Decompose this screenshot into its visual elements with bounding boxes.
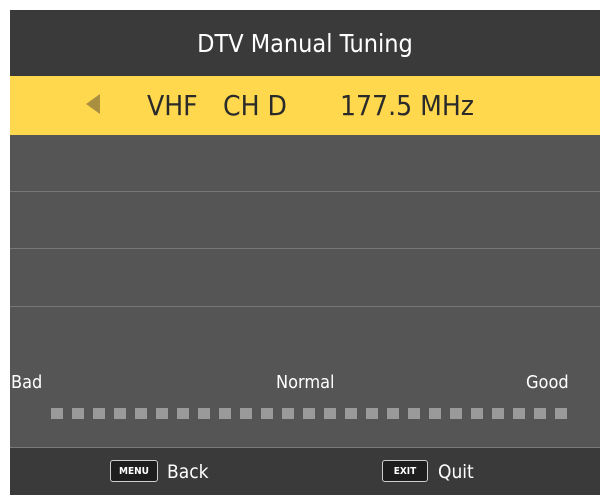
signal-segment (387, 408, 399, 419)
signal-strength-meter (51, 408, 571, 420)
dtv-manual-tuning-screen: DTV Manual Tuning VHF CH D 177.5 MHz Bad… (10, 10, 600, 495)
signal-segment (93, 408, 105, 419)
title-bar: DTV Manual Tuning (10, 10, 600, 76)
band-value: VHF (147, 89, 198, 122)
signal-segment (72, 408, 84, 419)
signal-segment (471, 408, 483, 419)
signal-segment (408, 408, 420, 419)
signal-segment (429, 408, 441, 419)
signal-segment (324, 408, 336, 419)
signal-segment (450, 408, 462, 419)
signal-segment (492, 408, 504, 419)
signal-segment (135, 408, 147, 419)
signal-segment (114, 408, 126, 419)
signal-segment (303, 408, 315, 419)
signal-segment (534, 408, 546, 419)
info-row-2 (10, 192, 600, 249)
info-row-3 (10, 249, 600, 307)
signal-bad-label: Bad (11, 372, 43, 393)
signal-segment (156, 408, 168, 419)
signal-segment (261, 408, 273, 419)
footer-bar: MENU Back EXIT Quit (10, 448, 600, 495)
signal-segment (345, 408, 357, 419)
exit-key-icon[interactable]: EXIT (382, 460, 428, 482)
signal-segment (366, 408, 378, 419)
signal-segment (177, 408, 189, 419)
signal-segment (198, 408, 210, 419)
signal-good-label: Good (526, 372, 569, 393)
signal-normal-label: Normal (276, 372, 335, 393)
next-channel-button[interactable] (530, 76, 580, 135)
signal-segment (513, 408, 525, 419)
signal-segment (219, 408, 231, 419)
info-row-1 (10, 135, 600, 192)
quit-label: Quit (438, 461, 474, 483)
previous-channel-button[interactable] (40, 76, 100, 135)
frequency-value: 177.5 MHz (340, 89, 474, 122)
signal-segment (555, 408, 567, 419)
back-label: Back (167, 461, 209, 483)
channel-selector-row[interactable]: VHF CH D 177.5 MHz (10, 76, 600, 135)
signal-segment (240, 408, 252, 419)
channel-value: CH D (223, 89, 287, 122)
signal-segment (282, 408, 294, 419)
left-arrow-icon (86, 94, 100, 114)
signal-quality-panel: Bad Normal Good (10, 307, 600, 448)
menu-key-icon[interactable]: MENU (110, 460, 158, 482)
menu-title: DTV Manual Tuning (197, 28, 413, 58)
signal-segment (51, 408, 63, 419)
